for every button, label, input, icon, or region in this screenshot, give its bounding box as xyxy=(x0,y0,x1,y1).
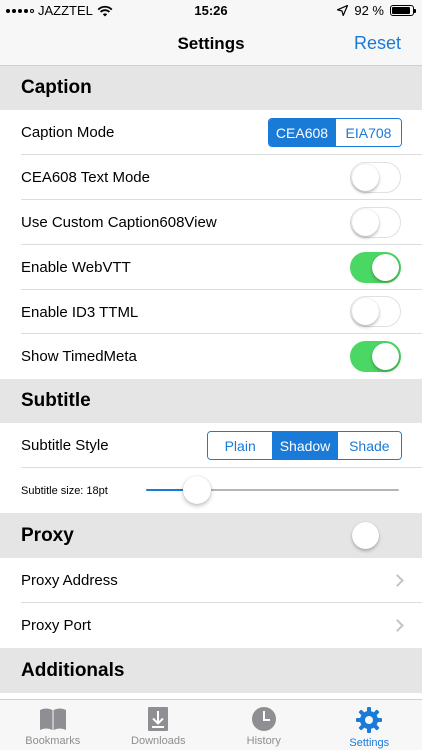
navigation-bar: Settings Reset xyxy=(0,22,422,66)
caption-mode-option-cea608[interactable]: CEA608 xyxy=(269,119,335,146)
tab-settings-label: Settings xyxy=(349,737,390,749)
show-timedmeta-toggle[interactable] xyxy=(350,341,401,372)
location-arrow-icon xyxy=(337,5,349,16)
enable-id3-ttml-row: Enable ID3 TTML xyxy=(0,290,422,334)
proxy-address-row[interactable]: Proxy Address xyxy=(0,558,422,603)
tab-bookmarks[interactable]: Bookmarks xyxy=(0,700,106,750)
caption-mode-segmented-control: CEA608 EIA708 xyxy=(268,118,402,147)
caption-mode-label: Caption Mode xyxy=(21,124,115,141)
section-header-subtitle: Subtitle xyxy=(0,379,422,423)
subtitle-size-slider-knob[interactable] xyxy=(183,476,211,504)
downloads-icon xyxy=(148,707,169,731)
enable-webvtt-label: Enable WebVTT xyxy=(21,259,131,276)
chevron-right-icon xyxy=(391,574,404,587)
subtitle-style-option-shadow[interactable]: Shadow xyxy=(272,432,337,459)
subtitle-style-segmented-control: Plain Shadow Shade xyxy=(207,431,402,460)
subtitle-style-option-plain[interactable]: Plain xyxy=(208,432,273,459)
subtitle-size-label: Subtitle size: 18pt xyxy=(21,484,108,497)
gear-icon xyxy=(356,707,383,733)
custom-caption608view-label: Use Custom Caption608View xyxy=(21,214,217,231)
bookmarks-icon xyxy=(39,708,66,730)
tab-bookmarks-label: Bookmarks xyxy=(25,735,81,747)
enable-id3-ttml-label: Enable ID3 TTML xyxy=(21,303,139,321)
section-header-additionals: Additionals xyxy=(0,648,422,693)
proxy-address-label: Proxy Address xyxy=(21,572,118,589)
subtitle-style-row: Subtitle Style Plain Shadow Shade xyxy=(0,423,422,468)
proxy-toggle[interactable] xyxy=(350,520,401,551)
caption-mode-option-eia708[interactable]: EIA708 xyxy=(335,119,401,146)
proxy-port-label: Proxy Port xyxy=(21,617,92,634)
section-header-proxy: Proxy xyxy=(0,513,422,558)
show-timedmeta-row: Show TimedMeta xyxy=(0,334,422,379)
cea608-text-mode-label: CEA608 Text Mode xyxy=(21,169,150,186)
enable-id3-ttml-toggle[interactable] xyxy=(350,296,401,327)
show-timedmeta-label: Show TimedMeta xyxy=(21,348,137,365)
chevron-right-icon xyxy=(391,619,404,632)
battery-icon xyxy=(390,5,416,16)
enable-webvtt-toggle[interactable] xyxy=(350,252,401,283)
tab-history-label: History xyxy=(246,735,281,747)
caption-mode-row: Caption Mode CEA608 EIA708 xyxy=(0,110,422,155)
history-icon xyxy=(251,707,276,731)
subtitle-size-row: Subtitle size: 18pt xyxy=(0,468,422,513)
battery-percent: 92 % xyxy=(354,3,384,18)
proxy-header-label: Proxy xyxy=(21,524,74,546)
status-bar: JAZZTEL 15:26 92 % xyxy=(0,0,422,22)
reset-button[interactable]: Reset xyxy=(354,33,401,54)
custom-caption608view-row: Use Custom Caption608View xyxy=(0,200,422,245)
tab-bar: Bookmarks Downloads History Settings xyxy=(0,699,422,750)
cea608-text-mode-row: CEA608 Text Mode xyxy=(0,155,422,200)
subtitle-style-label: Subtitle Style xyxy=(21,437,109,454)
status-right: 92 % xyxy=(337,3,416,18)
enable-webvtt-row: Enable WebVTT xyxy=(0,245,422,290)
tab-settings[interactable]: Settings xyxy=(317,700,422,750)
section-header-caption: Caption xyxy=(0,66,422,110)
tab-downloads[interactable]: Downloads xyxy=(106,700,212,750)
tab-downloads-label: Downloads xyxy=(131,735,186,747)
subtitle-style-option-shade[interactable]: Shade xyxy=(336,432,401,459)
proxy-port-row[interactable]: Proxy Port xyxy=(0,603,422,648)
cea608-text-mode-toggle[interactable] xyxy=(350,162,401,193)
custom-caption608view-toggle[interactable] xyxy=(350,207,401,238)
tab-history[interactable]: History xyxy=(211,700,317,750)
